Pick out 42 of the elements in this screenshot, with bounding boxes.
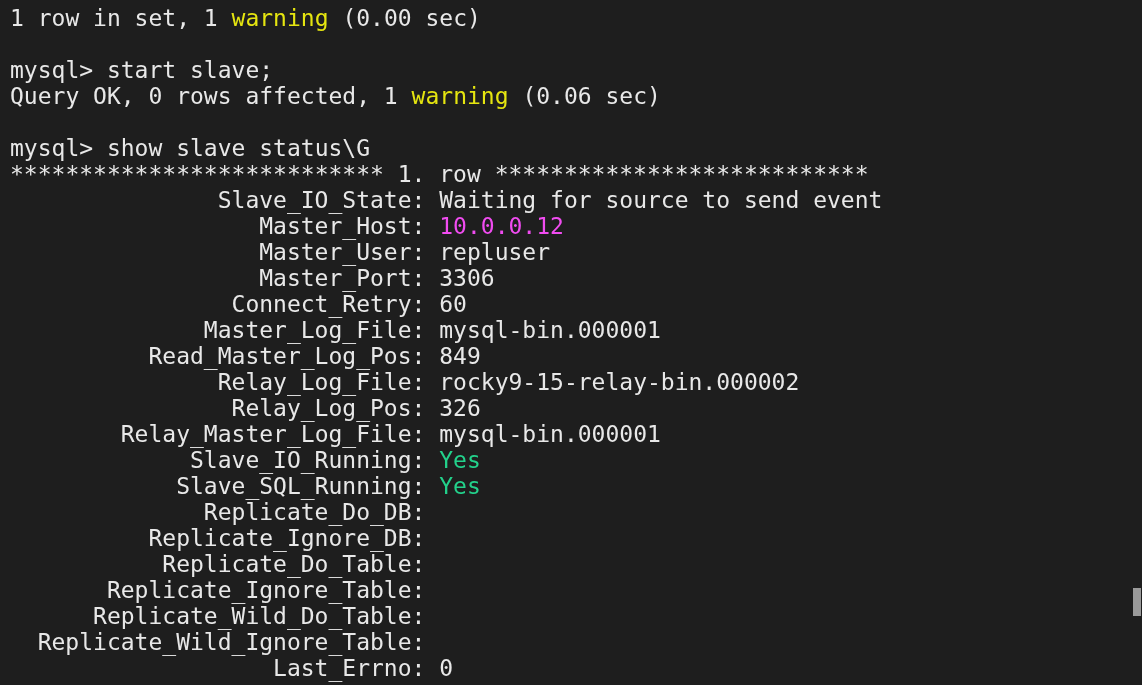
output-text: *************************** 1. row *************************** — [10, 161, 869, 187]
output-text: Query OK, 0 rows affected, 1 — [10, 83, 398, 109]
field-value: 60 — [439, 291, 467, 317]
field-name: Replicate_Wild_Ignore_Table: — [37, 629, 426, 655]
field-name: Relay_Log_File: — [217, 369, 426, 395]
scrollbar-thumb[interactable] — [1133, 588, 1141, 616]
field-name: Slave_IO_State: — [217, 187, 426, 213]
highlighted-text: warning — [411, 83, 509, 109]
field-value: mysql-bin.000001 — [439, 317, 661, 343]
field-name: Read_Master_Log_Pos: — [148, 343, 426, 369]
output-text: (0.00 sec) — [342, 5, 481, 31]
field-value: Yes — [439, 447, 481, 473]
field-value: 326 — [439, 395, 481, 421]
field-value: 3306 — [439, 265, 495, 291]
output-text: 1 row in set, 1 — [10, 5, 218, 31]
output-text: mysql> start slave; — [10, 57, 274, 83]
field-value: 849 — [439, 343, 481, 369]
field-name: Relay_Master_Log_File: — [120, 421, 426, 447]
field-name: Relay_Log_Pos: — [231, 395, 426, 421]
output-text: (0.06 sec) — [522, 83, 661, 109]
highlighted-text: warning — [231, 5, 329, 31]
field-name: Replicate_Do_Table: — [162, 551, 426, 577]
field-value: mysql-bin.000001 — [439, 421, 661, 447]
field-name: Master_Log_File: — [203, 317, 426, 343]
field-value: rocky9-15-relay-bin.000002 — [439, 369, 800, 395]
field-name: Replicate_Ignore_Table: — [106, 577, 426, 603]
field-name: Connect_Retry: — [231, 291, 426, 317]
field-name: Master_User: — [259, 239, 426, 265]
field-value: 0 — [439, 655, 454, 681]
field-name: Last_Errno: — [273, 655, 426, 681]
field-name: Replicate_Do_DB: — [203, 499, 426, 525]
field-name: Replicate_Wild_Do_Table: — [93, 603, 426, 629]
field-value: 10.0.0.12 — [439, 213, 564, 239]
field-value: Waiting for source to send event — [439, 187, 883, 213]
field-value: repluser — [439, 239, 551, 265]
output-text: mysql> show slave status\G — [10, 135, 371, 161]
field-name: Slave_IO_Running: — [190, 447, 426, 473]
field-value: Yes — [439, 473, 481, 499]
field-name: Master_Port: — [259, 265, 426, 291]
field-name: Slave_SQL_Running: — [176, 473, 426, 499]
field-name: Replicate_Ignore_DB: — [148, 525, 426, 551]
field-name: Master_Host: — [259, 213, 426, 239]
